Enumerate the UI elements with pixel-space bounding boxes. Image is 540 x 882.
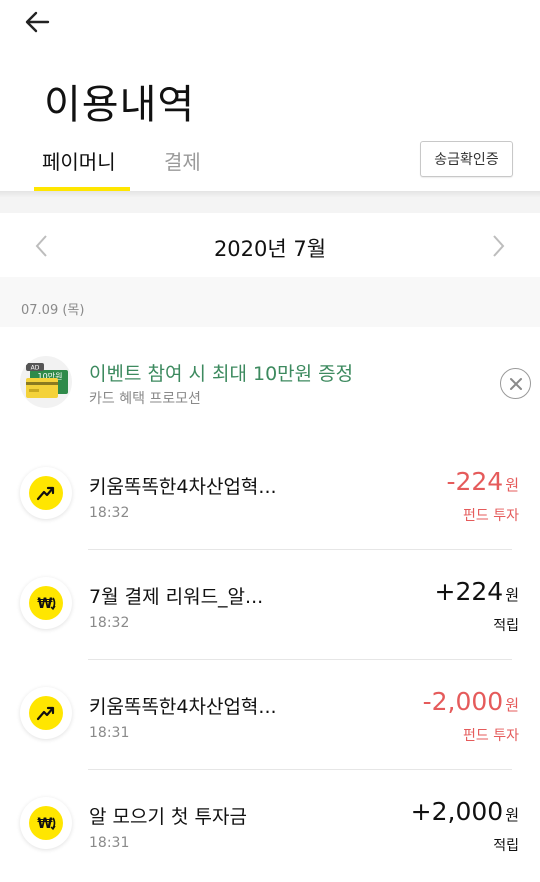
back-button[interactable] xyxy=(22,8,54,36)
transaction-name: 알 모으기 첫 투자금 xyxy=(89,806,247,828)
card-promo-icon: 10만원 AD xyxy=(20,356,72,408)
date-group-header: 07.09 (목) xyxy=(0,277,540,327)
next-month-button[interactable] xyxy=(486,233,510,259)
transaction-amount: +224 원 xyxy=(434,577,519,606)
transaction-row[interactable]: ₩ 7월 결제 리워드_알... 18:32 +224 원 적립 xyxy=(0,550,540,660)
arrow-left-icon xyxy=(25,11,50,33)
ad-title: 이벤트 참여 시 최대 10만원 증정 xyxy=(89,363,354,385)
transaction-row[interactable]: 키움똑똑한4차산업혁... 18:31 -2,000 원 펀드 투자 xyxy=(0,660,540,770)
tab-payment[interactable]: 결제 xyxy=(164,146,201,175)
remittance-receipt-button[interactable]: 송금확인증 xyxy=(420,141,513,177)
ad-close-button[interactable] xyxy=(500,368,531,399)
won-coin-icon: ₩ xyxy=(20,797,72,849)
ad-badge: AD xyxy=(31,365,40,372)
transaction-time: 18:31 xyxy=(89,835,130,851)
transaction-amount: -224 원 xyxy=(446,467,519,496)
month-label: 2020년 7월 xyxy=(213,237,327,261)
chevron-right-icon xyxy=(493,235,505,257)
transaction-time: 18:32 xyxy=(89,505,130,521)
won-coin-icon: ₩ xyxy=(20,577,72,629)
transaction-row[interactable]: 키움똑똑한4차산업혁... 18:32 -224 원 펀드 투자 xyxy=(0,440,540,550)
transaction-name: 키움똑똑한4차산업혁... xyxy=(89,476,277,498)
transaction-name: 7월 결제 리워드_알... xyxy=(89,586,264,608)
svg-text:₩: ₩ xyxy=(37,816,53,832)
trend-up-icon xyxy=(20,467,72,519)
transaction-name: 키움똑똑한4차산업혁... xyxy=(89,696,277,718)
date-label: 07.09 (목) xyxy=(21,303,85,318)
section-divider xyxy=(0,191,540,213)
transaction-type: 적립 xyxy=(493,618,519,634)
svg-text:₩: ₩ xyxy=(37,596,53,612)
page-title: 이용내역 xyxy=(44,82,196,128)
close-icon xyxy=(509,377,522,390)
transaction-type: 펀드 투자 xyxy=(463,728,519,744)
trend-up-icon xyxy=(20,687,72,739)
ad-subtitle: 카드 혜택 프로모션 xyxy=(89,391,201,407)
transaction-type: 적립 xyxy=(493,838,519,854)
ad-banner[interactable]: 10만원 AD 이벤트 참여 시 최대 10만원 증정 카드 혜택 프로모션 xyxy=(0,327,540,427)
transaction-time: 18:31 xyxy=(89,725,130,741)
transaction-row[interactable]: ₩ 알 모으기 첫 투자금 18:31 +2,000 원 적립 xyxy=(0,770,540,880)
transaction-amount: +2,000 원 xyxy=(410,797,519,826)
transaction-type: 펀드 투자 xyxy=(463,508,519,524)
transaction-amount: -2,000 원 xyxy=(422,687,519,716)
month-navigator: 2020년 7월 xyxy=(0,213,540,277)
transaction-time: 18:32 xyxy=(89,615,130,631)
tab-pay-money[interactable]: 페이머니 xyxy=(42,146,116,175)
